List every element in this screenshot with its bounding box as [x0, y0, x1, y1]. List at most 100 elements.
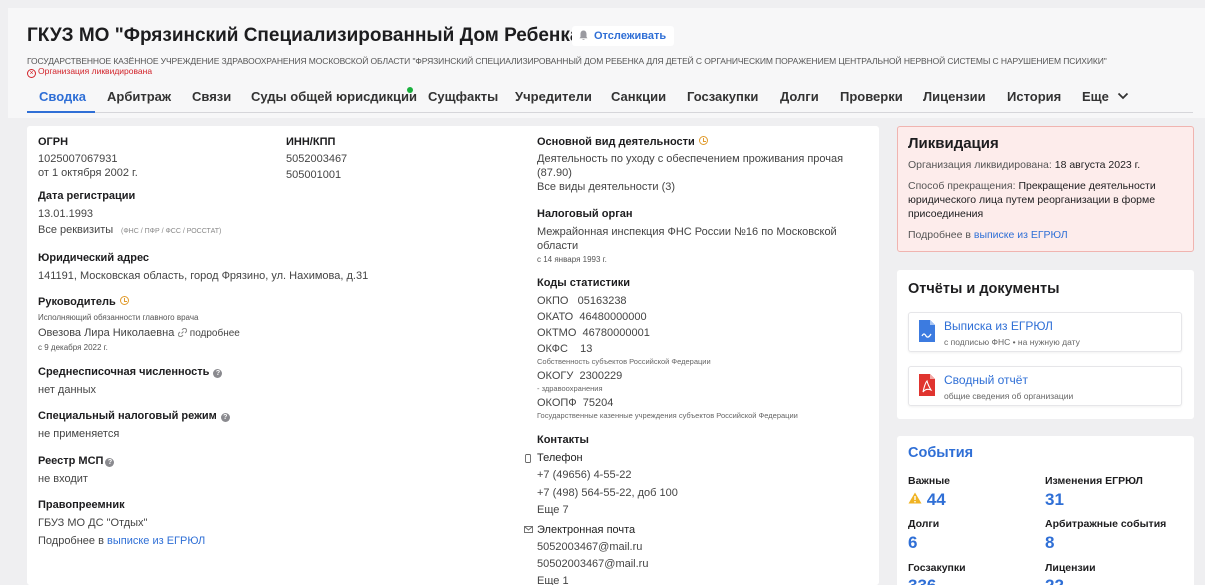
emails-more-link[interactable]: Еще 1 — [537, 575, 569, 585]
tab-arbitration[interactable]: Арбитраж — [107, 89, 171, 104]
event-licenses-value[interactable]: 22 — [1045, 576, 1064, 585]
event-debts-value[interactable]: 6 — [908, 533, 917, 553]
help-icon[interactable]: ? — [105, 458, 115, 467]
event-egrul-value[interactable]: 31 — [1045, 490, 1064, 510]
new-indicator-dot — [407, 87, 413, 93]
stat-value: 2300229 — [579, 370, 623, 382]
ogrn-label: ОГРН — [38, 136, 69, 148]
event-arbitration-value[interactable]: 8 — [1045, 533, 1054, 553]
warning-icon — [908, 492, 922, 504]
tab-founders[interactable]: Учредители — [515, 89, 592, 104]
status-badge: × Организация ликвидирована — [27, 66, 152, 78]
email-label: Электронная почта — [537, 524, 636, 536]
msp-label: Реестр МСП? — [38, 455, 115, 467]
stat-value: 46480000000 — [579, 311, 647, 323]
ogrn-value: 1025007067931 — [38, 153, 118, 165]
tax-authority-label: Налоговый орган — [537, 208, 633, 220]
help-icon[interactable]: ? — [213, 369, 223, 378]
details-sources: (ФНС / ПФР / ФСС / РОССТАТ) — [121, 228, 222, 235]
egrul-extract-title: Выписка из ЕГРЮЛ — [944, 319, 1053, 333]
stat-value: 05163238 — [577, 295, 627, 307]
follow-button[interactable]: Отслеживать — [572, 26, 675, 46]
stat-oktmo: ОКТМО 46780000001 — [537, 327, 650, 339]
phone-icon — [525, 454, 531, 463]
head-more-text: подробнее — [189, 328, 240, 339]
event-debts-label: Долги — [908, 518, 940, 530]
email-link[interactable]: 50502003467@mail.ru — [537, 558, 648, 570]
tab-inspections[interactable]: Проверки — [840, 89, 903, 104]
inn-value: 5052003467 — [286, 153, 348, 165]
tab-debts[interactable]: Долги — [780, 89, 819, 104]
help-icon[interactable]: ? — [220, 413, 230, 422]
event-licenses-label: Лицензии — [1045, 562, 1096, 574]
summary-report-title: Сводный отчёт — [944, 373, 1028, 387]
summary-report-item[interactable]: Сводный отчёт общие сведения об организа… — [908, 366, 1182, 406]
head-role: Исполняющий обязанности главного врача — [38, 313, 199, 322]
msp-label-text: Реестр МСП — [38, 455, 104, 467]
okopf-note: Государственные казенные учреждения субъ… — [537, 411, 798, 420]
successor-more-link[interactable]: выписке из ЕГРЮЛ — [107, 535, 205, 547]
successor-link[interactable]: ГБУЗ МО ДС "Отдых" — [38, 517, 147, 529]
phone-link[interactable]: +7 (49656) 4-55-22 — [537, 469, 631, 481]
event-important-label: Важные — [908, 475, 951, 487]
termination-line: Способ прекращения: Прекращение деятельн… — [908, 180, 1156, 192]
stat-okopf: ОКОПФ 75204 — [537, 397, 613, 409]
head-more-link[interactable]: подробнее — [177, 327, 240, 339]
stat-okogu: ОКОГУ 2300229 — [537, 370, 622, 382]
stat-value: 46780000001 — [582, 327, 650, 339]
phones-more-link[interactable]: Еще 7 — [537, 504, 569, 516]
head-since: с 9 декабря 2022 г. — [38, 343, 108, 352]
chevron-down-icon — [1117, 92, 1128, 100]
liquidation-date-line: Организация ликвидирована: 18 августа 20… — [908, 159, 1140, 171]
successor-more-prefix: Подробнее в — [38, 535, 104, 547]
stat-okato: ОКАТО 46480000000 — [537, 311, 647, 323]
tab-sanctions[interactable]: Санкции — [611, 89, 666, 104]
reg-date-label: Дата регистрации — [38, 190, 136, 202]
tax-authority-line1: Межрайонная инспекция ФНС России №16 по … — [537, 226, 837, 238]
close-circle-icon: × — [27, 69, 36, 78]
staff-value: нет данных — [38, 384, 97, 396]
event-important[interactable]: 44 — [908, 490, 946, 510]
staff-label: Среднесписочная численность? — [38, 366, 223, 378]
clock-icon — [119, 296, 129, 305]
successor-more: Подробнее в выписке из ЕГРЮЛ — [38, 535, 205, 547]
tab-facts[interactable]: Сущфакты — [428, 89, 498, 104]
liquidation-title: Ликвидация — [908, 135, 999, 152]
doc-signed-icon — [919, 320, 935, 342]
head-name-link[interactable]: Овезова Лира Николаевна — [38, 327, 174, 339]
tab-summary[interactable]: Сводка — [39, 89, 86, 104]
activity-code: (87.90) — [537, 167, 572, 179]
tab-courts[interactable]: Суды общей юрисдикции — [251, 89, 417, 104]
stat-value: 75204 — [582, 397, 614, 409]
egrul-extract-sub: с подписью ФНС • на нужную дату — [944, 337, 1080, 347]
termination-value-b: юридического лица путем реорганизации в … — [908, 194, 1156, 206]
events-title[interactable]: События — [908, 445, 973, 461]
reg-date-value: 13.01.1993 — [38, 208, 94, 220]
event-procurement-label: Госзакупки — [908, 562, 966, 574]
liquidation-more-link[interactable]: выписке из ЕГРЮЛ — [974, 229, 1068, 241]
liquidation-more-prefix: Подробнее в — [908, 229, 971, 241]
tax-regime-label: Специальный налоговый режим? — [38, 410, 230, 422]
egrul-extract-item[interactable]: Выписка из ЕГРЮЛ с подписью ФНС • на нуж… — [908, 312, 1182, 352]
all-details-link[interactable]: Все реквизиты — [38, 224, 113, 236]
termination-label: Способ прекращения: — [908, 180, 1016, 192]
phone-link[interactable]: +7 (498) 564-55-22, доб 100 — [537, 487, 678, 499]
tab-history[interactable]: История — [1007, 89, 1061, 104]
activity-value: Деятельность по уходу с обеспечением про… — [537, 153, 844, 165]
msp-value: не входит — [38, 473, 88, 485]
contacts-label: Контакты — [537, 434, 589, 446]
head-label: Руководитель — [38, 296, 129, 308]
clock-icon — [698, 136, 708, 145]
tab-more[interactable]: Еще — [1082, 89, 1129, 104]
event-procurement-value[interactable]: 336 — [908, 576, 936, 585]
tab-procurement[interactable]: Госзакупки — [687, 89, 758, 104]
tab-licenses[interactable]: Лицензии — [923, 89, 986, 104]
reports-title: Отчёты и документы — [908, 281, 1060, 297]
termination-value-c: присоединения — [908, 208, 984, 220]
successor-label: Правопреемник — [38, 499, 125, 511]
tab-links[interactable]: Связи — [192, 89, 231, 104]
bell-icon — [579, 30, 588, 40]
all-activities-link[interactable]: Все виды деятельности (3) — [537, 181, 675, 193]
event-egrul-label: Изменения ЕГРЮЛ — [1045, 475, 1143, 487]
email-link[interactable]: 5052003467@mail.ru — [537, 541, 642, 553]
